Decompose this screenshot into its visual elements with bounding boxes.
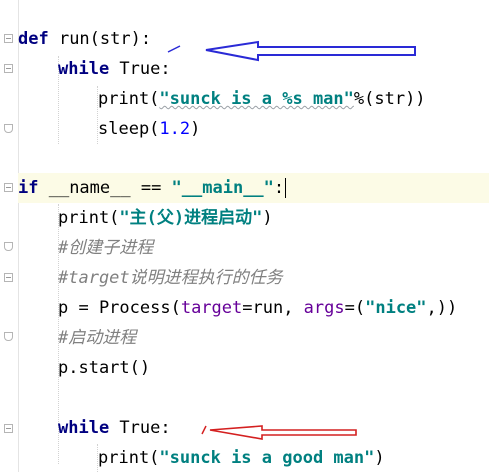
code-text: __name__ ==: [38, 178, 172, 198]
code-text: ): [190, 119, 201, 139]
param-name: args: [303, 298, 345, 318]
fold-end-icon[interactable]: [4, 242, 13, 251]
string-literal: "sunck is a %s man": [159, 89, 354, 109]
fold-while-icon[interactable]: [4, 64, 13, 73]
text-caret: [285, 178, 287, 198]
code-text: %(str)): [353, 89, 426, 109]
code-text: run(str):: [48, 29, 152, 49]
fold-end-icon[interactable]: [4, 332, 13, 341]
param-name: target: [180, 298, 243, 318]
code-line-7[interactable]: print("主(父)进程启动"): [18, 203, 489, 233]
code-text: p.start(): [58, 358, 151, 378]
code-line-1[interactable]: def run(str):: [18, 24, 489, 54]
code-text: sleep(: [98, 119, 160, 139]
code-text: :: [273, 178, 285, 198]
code-line-2[interactable]: while True:: [18, 54, 489, 84]
code-editor[interactable]: def run(str): while True: print("sunck i…: [0, 0, 489, 472]
code-line-10[interactable]: p = Process(target=run, args=("nice",)): [18, 293, 489, 323]
code-text: =(: [344, 298, 366, 318]
editor-gutter: [0, 0, 19, 472]
fold-while-icon[interactable]: [4, 424, 13, 433]
comment: #启动进程: [58, 328, 137, 348]
code-text: print(: [98, 89, 160, 109]
code-line-9[interactable]: #target说明进程执行的任务: [18, 263, 489, 293]
string-literal: "__main__": [171, 178, 274, 198]
fold-if-icon[interactable]: [4, 183, 13, 192]
code-text: p = Process(: [58, 298, 181, 318]
code-text: ): [262, 208, 273, 228]
code-line-12[interactable]: p.start(): [18, 353, 489, 383]
keyword: if: [18, 178, 39, 198]
code-line-11[interactable]: #启动进程: [18, 323, 489, 353]
code-line-6[interactable]: if __name__ == "__main__":: [18, 173, 489, 203]
code-text: =run,: [242, 298, 304, 318]
keyword: def: [18, 29, 49, 49]
fold-def-icon[interactable]: [4, 34, 13, 43]
comment: #target说明进程执行的任务: [58, 268, 283, 288]
code-text: print(: [98, 448, 160, 468]
code-text: True:: [109, 418, 171, 438]
fold-end-icon[interactable]: [4, 273, 13, 282]
code-text: ): [374, 448, 385, 468]
fold-end-icon[interactable]: [4, 124, 13, 133]
string-literal: "sunck is a good man": [159, 448, 375, 468]
code-line-8[interactable]: #创建子进程: [18, 233, 489, 263]
keyword: while: [58, 418, 110, 438]
code-line-3[interactable]: print("sunck is a %s man"%(str)): [18, 84, 489, 114]
number-literal: 1.2: [159, 119, 191, 139]
string-literal: "主(父)进程启动": [119, 208, 263, 228]
keyword: while: [58, 59, 110, 79]
code-text: print(: [58, 208, 120, 228]
string-literal: "nice": [365, 298, 427, 318]
code-text: True:: [109, 59, 171, 79]
comment: #创建子进程: [58, 238, 154, 258]
code-line-15[interactable]: print("sunck is a good man"): [18, 443, 489, 472]
code-text: ,)): [426, 298, 458, 318]
code-line-14[interactable]: while True:: [18, 413, 489, 443]
code-line-4[interactable]: sleep(1.2): [18, 114, 489, 144]
